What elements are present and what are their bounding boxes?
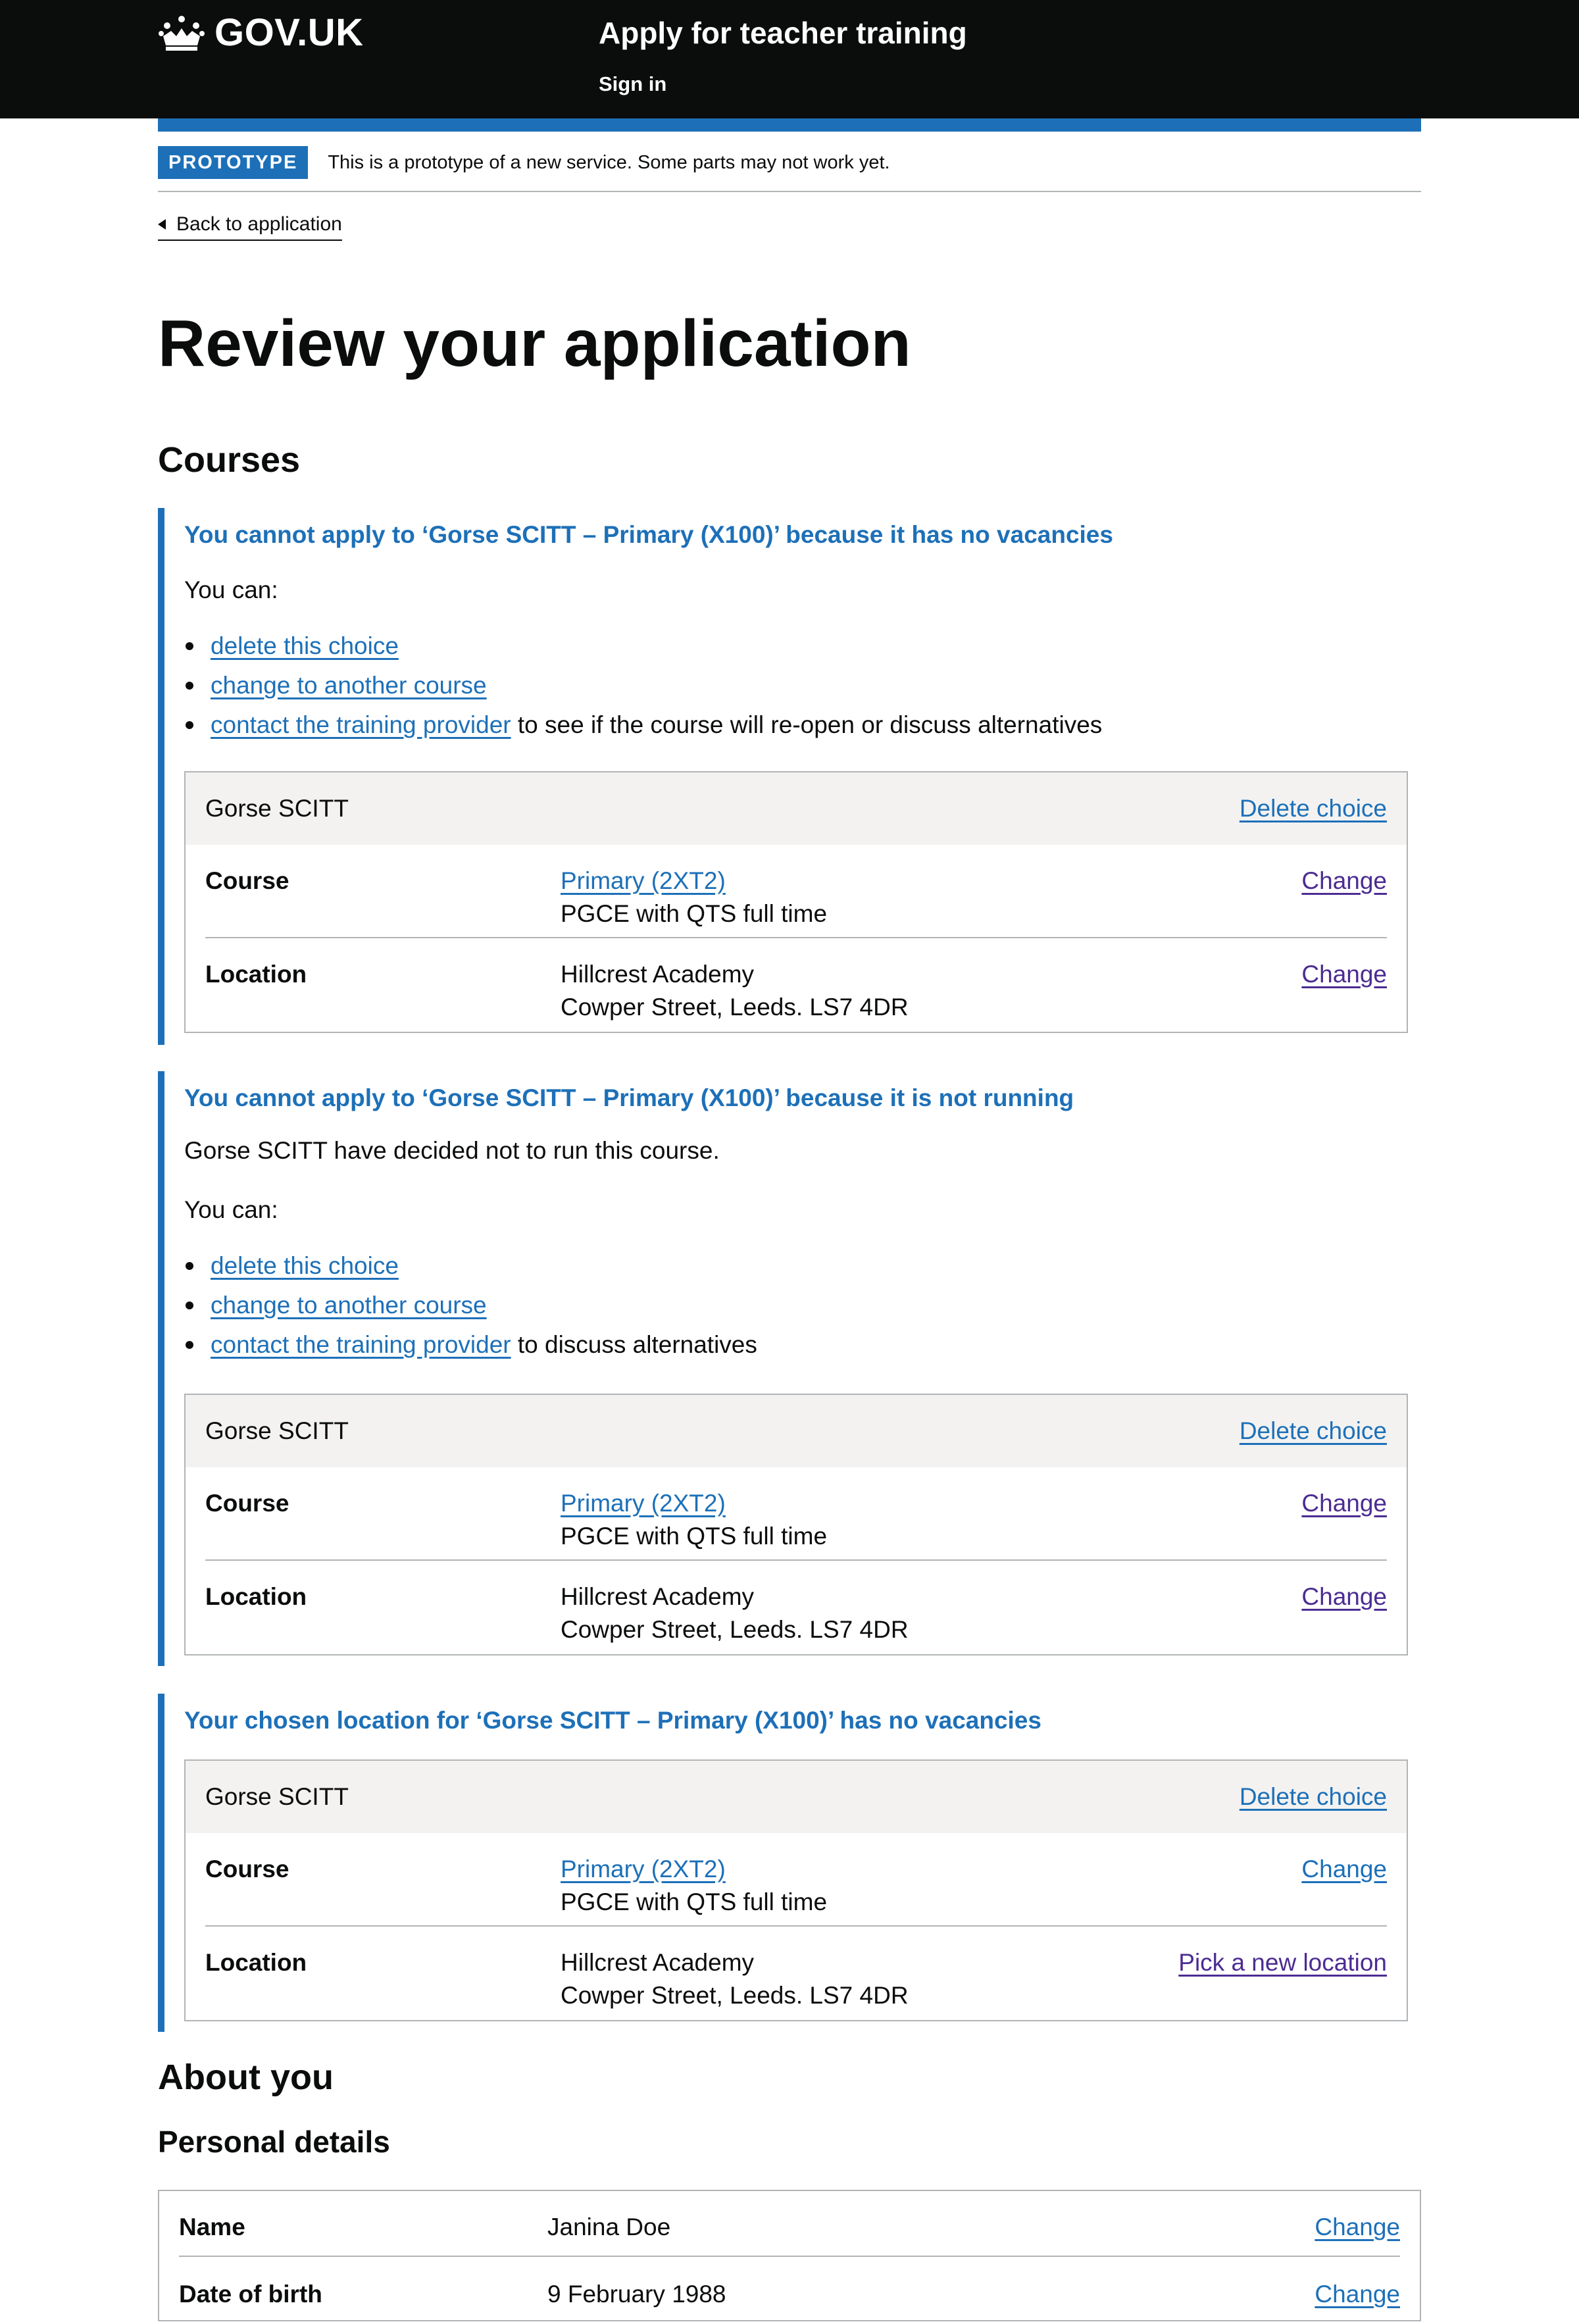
change-date-of-birth-button[interactable]: Change	[1315, 2278, 1400, 2311]
contact-provider-link[interactable]: contact the training provider	[211, 1331, 511, 1358]
course-row: Course Primary (2XT2) PGCE with QTS full…	[205, 1833, 1387, 1927]
back-link[interactable]: Back to application	[158, 209, 342, 241]
location-key: Location	[205, 1583, 307, 1610]
location-address: Cowper Street, Leeds. LS7 4DR	[561, 1616, 909, 1643]
location-value: Hillcrest Academy Cowper Street, Leeds. …	[561, 1946, 909, 2012]
about-you-heading: About you	[158, 2058, 334, 2097]
service-name-link[interactable]: Apply for teacher training	[599, 13, 967, 53]
course-detail: PGCE with QTS full time	[561, 1888, 828, 1915]
crown-icon	[159, 16, 205, 51]
course-key: Course	[205, 1490, 289, 1517]
course-link[interactable]: Primary (2XT2)	[561, 865, 827, 897]
personal-details-card: Name Janina Doe Change Date of birth 9 F…	[158, 2190, 1421, 2321]
course-value: Primary (2XT2) PGCE with QTS full time	[561, 1487, 827, 1553]
govuk-logo-link[interactable]: GOV.UK	[158, 12, 363, 54]
course-issue-no-vacancies: You cannot apply to ‘Gorse SCITT – Prima…	[158, 508, 1408, 1045]
courses-heading: Courses	[158, 440, 301, 480]
name-key: Name	[179, 2213, 245, 2240]
list-item: delete this choice	[186, 1246, 757, 1286]
block-heading: Your chosen location for ‘Gorse SCITT – …	[184, 1707, 1041, 1734]
course-link[interactable]: Primary (2XT2)	[561, 1853, 827, 1886]
change-course-button[interactable]: Change	[1301, 1853, 1387, 1886]
govuk-logo-text: GOV.UK	[214, 11, 364, 54]
phase-banner-text: This is a prototype of a new service. So…	[328, 152, 890, 173]
delete-choice-link[interactable]: delete this choice	[211, 632, 399, 659]
location-row: Location Hillcrest Academy Cowper Street…	[205, 1561, 1387, 1654]
change-course-link[interactable]: change to another course	[211, 672, 487, 699]
change-location-button[interactable]: Change	[1301, 1580, 1387, 1613]
provider-name: Gorse SCITT	[205, 1783, 349, 1810]
course-choice-card: Gorse SCITT Delete choice Course Primary…	[184, 771, 1408, 1033]
delete-choice-button[interactable]: Delete choice	[1240, 1415, 1387, 1448]
contact-provider-link[interactable]: contact the training provider	[211, 711, 511, 738]
list-item: change to another course	[185, 666, 1102, 705]
location-name: Hillcrest Academy	[561, 1949, 755, 1976]
you-can-text: You can:	[184, 576, 278, 603]
provider-name: Gorse SCITT	[205, 1417, 349, 1444]
location-address: Cowper Street, Leeds. LS7 4DR	[561, 1982, 909, 2009]
page-title: Review your application	[158, 307, 911, 380]
date-of-birth-value: 9 February 1988	[547, 2281, 726, 2308]
card-header: Gorse SCITT Delete choice	[186, 1395, 1407, 1467]
block-heading: You cannot apply to ‘Gorse SCITT – Prima…	[184, 1084, 1074, 1111]
card-header: Gorse SCITT Delete choice	[186, 1761, 1407, 1833]
delete-choice-link[interactable]: delete this choice	[211, 1252, 399, 1279]
site-header: GOV.UK Apply for teacher training Sign i…	[0, 0, 1579, 118]
back-arrow-icon	[158, 219, 166, 230]
course-link[interactable]: Primary (2XT2)	[561, 1487, 827, 1520]
list-item: contact the training provider to discuss…	[186, 1325, 757, 1365]
intro-text: Gorse SCITT have decided not to run this…	[184, 1137, 720, 1164]
options-list: delete this choice change to another cou…	[186, 1246, 757, 1365]
phase-banner: PROTOTYPE This is a prototype of a new s…	[158, 146, 1421, 192]
course-row: Course Primary (2XT2) PGCE with QTS full…	[205, 845, 1387, 938]
option-suffix-text: to discuss alternatives	[511, 1331, 757, 1358]
location-value: Hillcrest Academy Cowper Street, Leeds. …	[561, 958, 909, 1024]
change-course-button[interactable]: Change	[1301, 1487, 1387, 1520]
location-name: Hillcrest Academy	[561, 961, 755, 988]
change-course-link[interactable]: change to another course	[211, 1292, 487, 1319]
course-detail: PGCE with QTS full time	[561, 1523, 828, 1550]
delete-choice-button[interactable]: Delete choice	[1240, 792, 1387, 825]
header-blue-bar	[158, 118, 1421, 132]
course-issue-not-running: You cannot apply to ‘Gorse SCITT – Prima…	[158, 1071, 1408, 1666]
change-location-button[interactable]: Change	[1301, 958, 1387, 991]
location-name: Hillcrest Academy	[561, 1583, 755, 1610]
pick-new-location-button[interactable]: Pick a new location	[1178, 1946, 1387, 1979]
change-course-button[interactable]: Change	[1301, 865, 1387, 897]
back-link-label: Back to application	[176, 213, 342, 235]
delete-choice-button[interactable]: Delete choice	[1240, 1781, 1387, 1813]
card-header: Gorse SCITT Delete choice	[186, 772, 1407, 845]
list-item: contact the training provider to see if …	[185, 705, 1103, 745]
course-value: Primary (2XT2) PGCE with QTS full time	[561, 1853, 827, 1919]
course-choice-card: Gorse SCITT Delete choice Course Primary…	[184, 1759, 1408, 2021]
location-value: Hillcrest Academy Cowper Street, Leeds. …	[561, 1580, 909, 1646]
phase-tag: PROTOTYPE	[158, 146, 309, 179]
summary-row-name: Name Janina Doe Change	[179, 2191, 1400, 2257]
location-address: Cowper Street, Leeds. LS7 4DR	[561, 994, 909, 1021]
change-name-button[interactable]: Change	[1315, 2211, 1400, 2244]
course-row: Course Primary (2XT2) PGCE with QTS full…	[205, 1467, 1387, 1561]
course-key: Course	[205, 867, 289, 894]
sign-in-link[interactable]: Sign in	[599, 72, 666, 96]
course-value: Primary (2XT2) PGCE with QTS full time	[561, 865, 827, 930]
list-item: change to another course	[186, 1286, 757, 1325]
course-detail: PGCE with QTS full time	[561, 900, 828, 927]
block-heading: You cannot apply to ‘Gorse SCITT – Prima…	[184, 521, 1113, 548]
location-key: Location	[205, 1949, 307, 1976]
name-value: Janina Doe	[547, 2213, 671, 2240]
date-of-birth-key: Date of birth	[179, 2281, 322, 2308]
course-key: Course	[205, 1856, 289, 1882]
location-row: Location Hillcrest Academy Cowper Street…	[205, 938, 1387, 1032]
option-suffix-text: to see if the course will re-open or dis…	[511, 711, 1103, 738]
course-choice-card: Gorse SCITT Delete choice Course Primary…	[184, 1394, 1408, 1655]
personal-details-heading: Personal details	[158, 2125, 390, 2159]
list-item: delete this choice	[185, 626, 1102, 666]
summary-row-date-of-birth: Date of birth 9 February 1988 Change	[179, 2258, 1400, 2324]
options-list: delete this choice change to another cou…	[185, 626, 1103, 745]
location-issue-no-vacancies: Your chosen location for ‘Gorse SCITT – …	[158, 1694, 1408, 2032]
location-row: Location Hillcrest Academy Cowper Street…	[205, 1927, 1387, 2020]
location-key: Location	[205, 961, 307, 988]
you-can-text: You can:	[184, 1196, 278, 1223]
provider-name: Gorse SCITT	[205, 795, 349, 822]
